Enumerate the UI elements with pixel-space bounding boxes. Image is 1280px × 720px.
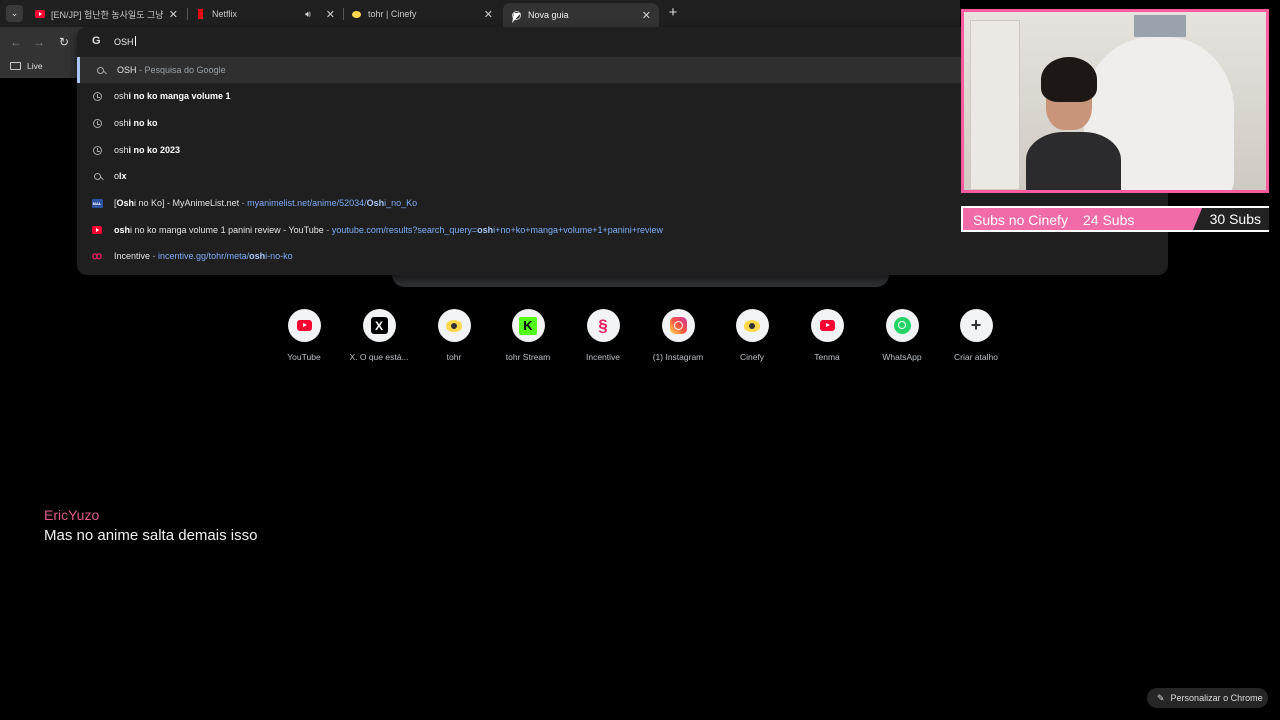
arrow-right-icon: → [33, 35, 45, 49]
tab-title: Nova guia [528, 10, 569, 20]
folder-icon [10, 62, 21, 70]
shortcut-add[interactable]: + Criar atalho [941, 309, 1011, 362]
tab-cinefy[interactable]: tohr | Cinefy ✕ [343, 3, 501, 25]
google-g-icon: G [92, 35, 101, 47]
cinefy-icon [351, 9, 362, 20]
shortcut-whatsapp[interactable]: WhatsApp [867, 309, 937, 362]
bookmark-live[interactable]: Live [10, 61, 43, 71]
whatsapp-icon [893, 317, 911, 334]
arrow-left-icon: ← [10, 35, 22, 49]
close-icon[interactable]: ✕ [642, 9, 651, 22]
youtube-icon [819, 320, 835, 331]
cinefy-icon [446, 319, 462, 332]
shortcut-label: X. O que está... [349, 352, 409, 362]
webcam-feed [961, 9, 1269, 193]
history-icon [91, 90, 103, 102]
shortcut-label: Criar atalho [954, 352, 998, 362]
plus-icon: + [970, 315, 982, 335]
bookmark-label: Live [27, 61, 43, 71]
search-icon [94, 64, 106, 76]
tab-youtube[interactable]: [EN/JP] 험난한 농사일도 그냥 재 ✕ [26, 3, 186, 25]
close-icon[interactable]: ✕ [484, 8, 493, 21]
shortcut-x[interactable]: X X. O que está... [344, 309, 414, 362]
youtube-icon [296, 320, 312, 331]
shortcut-label: (1) Instagram [652, 352, 704, 362]
subs-label: Subs no Cinefy [973, 212, 1068, 228]
shortcut-label: YouTube [287, 352, 321, 362]
history-icon [91, 144, 103, 156]
wall-poster [1134, 15, 1186, 37]
shortcut-label: Incentive [585, 352, 621, 362]
tab-netflix[interactable]: Netflix 🔊︎ ✕ [187, 3, 343, 25]
reload-icon: ↻ [58, 35, 70, 49]
subs-current: 24 Subs [1083, 212, 1135, 228]
cinefy-icon [744, 319, 760, 332]
pencil-icon: ✎ [1157, 692, 1165, 703]
shortcut-label: WhatsApp [882, 352, 922, 362]
chat-message: Mas no anime salta demais isso [44, 527, 258, 544]
close-icon[interactable]: ✕ [326, 8, 335, 21]
customize-chrome-button[interactable]: ✎ Personalizar o Chrome [1147, 688, 1268, 708]
plus-icon: + [668, 4, 678, 21]
close-icon[interactable]: ✕ [169, 8, 178, 21]
tab-strip: ⌄ [EN/JP] 험난한 농사일도 그냥 재 ✕ Netflix 🔊︎ ✕ t… [0, 0, 960, 27]
shortcut-label: Tenma [814, 352, 840, 362]
shortcut-label: Cinefy [739, 352, 765, 362]
back-button[interactable]: ← [8, 34, 24, 50]
incentive-icon: § [598, 315, 608, 335]
shortcut-incentive[interactable]: § Incentive [568, 309, 638, 362]
youtube-icon [91, 224, 103, 236]
streamer [1026, 57, 1121, 190]
chevron-down-icon: ⌄ [10, 8, 19, 18]
new-tab-button[interactable]: + [665, 5, 681, 21]
shortcut-tohr[interactable]: tohr [419, 309, 489, 362]
speaker-icon[interactable]: 🔊︎ [305, 9, 311, 20]
text-caret [134, 36, 136, 46]
tab-title: tohr | Cinefy [368, 9, 417, 19]
reload-button[interactable]: ↻ [56, 34, 72, 50]
mal-icon: MAL [91, 198, 103, 208]
chat-username: EricYuzo [44, 507, 100, 523]
tab-search-button[interactable]: ⌄ [6, 5, 23, 22]
shortcut-label: tohr Stream [505, 352, 551, 362]
history-icon [91, 117, 103, 129]
forward-button[interactable]: → [31, 34, 47, 50]
suggestion-row[interactable]: ꝏ Incentive - incentive.gg/tohr/meta/osh… [77, 243, 1168, 269]
subs-goal: 30 Subs [1193, 208, 1269, 230]
tab-title: [EN/JP] 험난한 농사일도 그냥 재 [51, 9, 163, 20]
instagram-icon [669, 317, 687, 334]
shortcut-label: tohr [446, 352, 462, 362]
shortcut-instagram[interactable]: (1) Instagram [643, 309, 713, 362]
youtube-icon [34, 9, 45, 20]
shortcut-tenma[interactable]: Tenma [792, 309, 862, 362]
omnibox-input[interactable]: OSH [114, 36, 136, 47]
subs-goal-bar: Subs no Cinefy 24 Subs 30 Subs [961, 206, 1269, 232]
search-icon [91, 170, 103, 182]
tab-title: Netflix [212, 9, 238, 19]
x-icon: X [370, 317, 388, 334]
kick-icon: K [519, 316, 537, 335]
netflix-icon [195, 9, 206, 20]
bookshelf [970, 20, 1020, 190]
shortcut-cinefy[interactable]: Cinefy [717, 309, 787, 362]
incentive-icon: ꝏ [91, 250, 103, 262]
tab-new-tab[interactable]: Nova guia ✕ [503, 3, 659, 27]
shortcut-tohr-stream[interactable]: K tohr Stream [493, 309, 563, 362]
shortcut-youtube[interactable]: YouTube [269, 309, 339, 362]
customize-label: Personalizar o Chrome [1170, 693, 1263, 703]
